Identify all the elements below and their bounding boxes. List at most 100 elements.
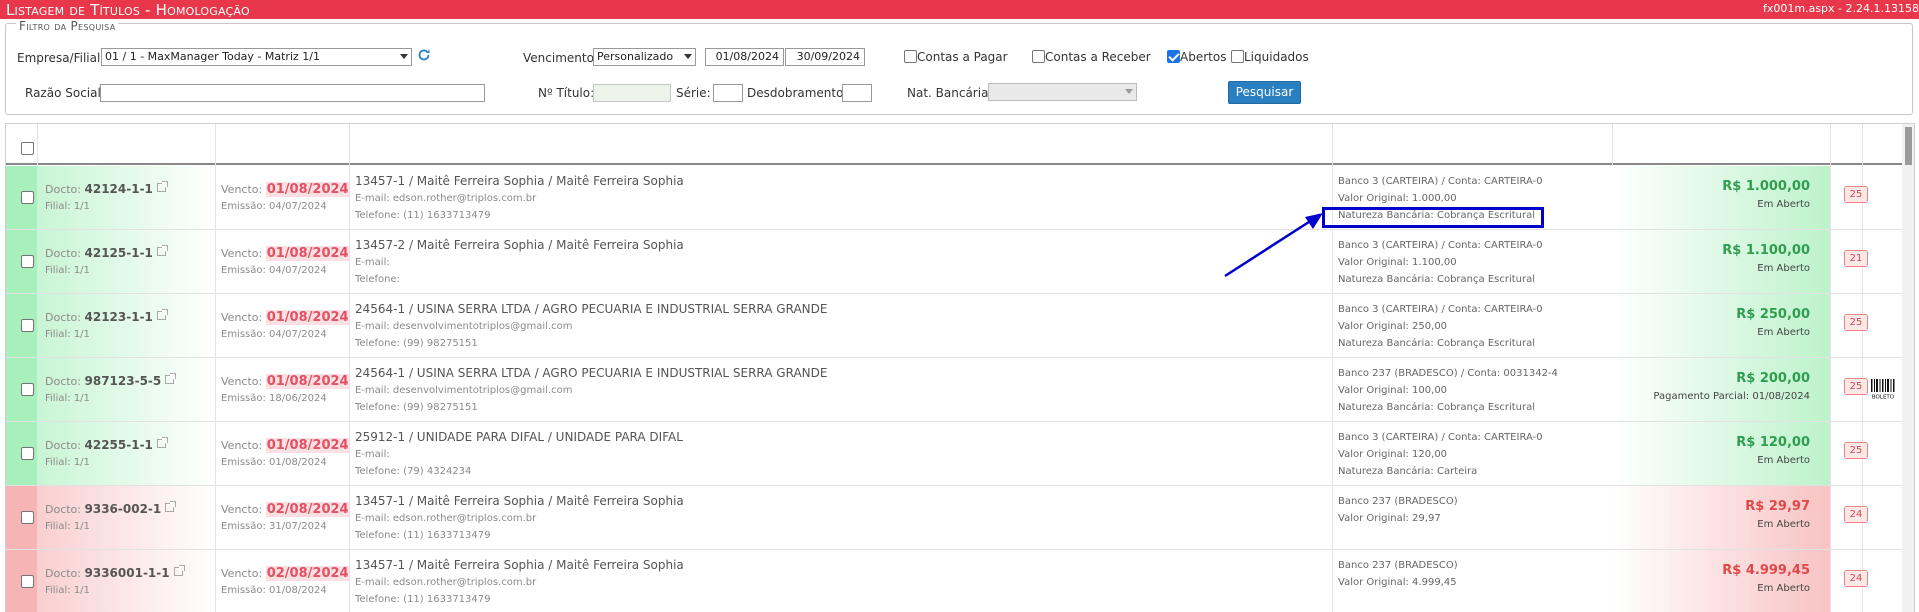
banco-text: Banco 237 (BRADESCO) [1338, 496, 1458, 507]
valor-original-text: Valor Original: 29,97 [1338, 513, 1441, 524]
row-checkbox[interactable] [21, 255, 34, 268]
situacao-text: Em Aberto [1757, 263, 1810, 274]
doc-cell [37, 550, 215, 612]
vencimento-select[interactable]: Personalizado [593, 48, 696, 66]
abertos-checkbox[interactable] [1167, 50, 1180, 63]
banco-text: Banco 3 (CARTEIRA) / Conta: CARTEIRA-0 [1338, 304, 1543, 315]
external-link-icon[interactable] [156, 437, 168, 448]
docto-line: Docto: 42255-1-1 [45, 437, 168, 452]
amount-value: R$ 29,97 [1745, 499, 1810, 514]
external-link-icon[interactable] [165, 501, 177, 512]
table-row[interactable]: Docto: 9336001-1-1 Filial: 1/1 Vencto: 02/… [6, 550, 1902, 612]
docto-line: Docto: 42125-1-1 [45, 245, 168, 260]
contas-receber-checkbox[interactable] [1032, 50, 1045, 63]
days-badge: 24 [1844, 570, 1868, 587]
refresh-icon[interactable] [417, 48, 431, 62]
situacao-text: Em Aberto [1757, 327, 1810, 338]
external-link-icon[interactable] [156, 245, 168, 256]
cliente-name[interactable]: 13457-1 / Maitê Ferreira Sophia / Maitê … [355, 174, 684, 188]
situacao-text: Em Aberto [1757, 199, 1810, 210]
row-checkbox[interactable] [21, 319, 34, 332]
vencto-line: Vencto: 01/08/2024 [221, 374, 350, 389]
annotation-arrow [1224, 213, 1323, 278]
external-link-icon[interactable] [156, 181, 168, 192]
ntitulo-input[interactable] [593, 84, 671, 102]
docto-label: Docto: [45, 183, 81, 196]
liquidados-checkbox[interactable] [1231, 50, 1244, 63]
telefone-text: Telefone: [355, 274, 400, 285]
docto-number: 9336-002-1 [84, 502, 162, 516]
emissao-text: Emissão: 31/07/2024 [221, 521, 327, 532]
filial-text: Filial: 1/1 [45, 265, 90, 276]
vencto-date: 02/08/2024 [265, 502, 350, 517]
table-row[interactable]: Docto: 42123-1-1 Filial: 1/1 Vencto: 01/08… [6, 294, 1902, 358]
date-to-input[interactable]: 30/09/2024 [785, 48, 865, 66]
select-all-checkbox[interactable] [21, 142, 34, 155]
situacao-text: Em Aberto [1757, 455, 1810, 466]
row-checkbox[interactable] [21, 511, 34, 524]
table-row[interactable]: Docto: 42125-1-1 Filial: 1/1 Vencto: 01/08… [6, 230, 1902, 294]
vertical-scrollbar[interactable] [1902, 124, 1914, 612]
emissao-text: Emissão: 01/08/2024 [221, 585, 327, 596]
emissao-text: Emissão: 04/07/2024 [221, 265, 327, 276]
docto-number: 42123-1-1 [84, 310, 153, 324]
empresa-select-value: 01 / 1 - MaxManager Today - Matriz 1/1 [105, 50, 320, 63]
cliente-name[interactable]: 13457-1 / Maitê Ferreira Sophia / Maitê … [355, 558, 684, 572]
row-checkbox[interactable] [21, 575, 34, 588]
vencimento-label: Vencimento: [523, 51, 598, 65]
banco-text: Banco 3 (CARTEIRA) / Conta: CARTEIRA-0 [1338, 176, 1543, 187]
emissao-text: Emissão: 04/07/2024 [221, 201, 327, 212]
days-badge: 25 [1844, 378, 1868, 395]
docto-number: 987123-5-5 [84, 374, 162, 388]
valor-original-text: Valor Original: 4.999,45 [1338, 577, 1457, 588]
docto-label: Docto: [45, 503, 81, 516]
amount-value: R$ 120,00 [1736, 435, 1810, 450]
boleto-label: BOLETO [1872, 395, 1895, 401]
docto-label: Docto: [45, 439, 81, 452]
serie-input[interactable] [713, 84, 743, 102]
scrollbar-thumb[interactable] [1905, 127, 1912, 165]
empresa-select[interactable]: 01 / 1 - MaxManager Today - Matriz 1/1 [101, 48, 412, 66]
days-badge: 25 [1844, 186, 1868, 203]
barcode-icon[interactable]: BOLETO [1870, 378, 1896, 403]
table-row[interactable]: Docto: 9336-002-1 Filial: 1/1 Vencto: 02/0… [6, 486, 1902, 550]
table-row[interactable]: Docto: 42255-1-1 Filial: 1/1 Vencto: 01/08… [6, 422, 1902, 486]
external-link-icon[interactable] [173, 565, 185, 576]
table-row[interactable]: Docto: 42124-1-1 Filial: 1/1 Vencto: 01/08… [6, 166, 1902, 230]
razao-social-label: Razão Social: [25, 86, 105, 100]
empresa-label: Empresa/Filial: [17, 51, 105, 65]
highlight-box [1322, 207, 1544, 228]
cliente-name[interactable]: 13457-1 / Maitê Ferreira Sophia / Maitê … [355, 494, 684, 508]
row-checkbox[interactable] [21, 447, 34, 460]
row-checkbox[interactable] [21, 191, 34, 204]
vencto-date: 01/08/2024 [265, 374, 350, 389]
search-button[interactable]: Pesquisar [1228, 81, 1301, 104]
titles-grid: Docto: 42124-1-1 Filial: 1/1 Vencto: 01/08… [5, 123, 1915, 612]
valor-original-text: Valor Original: 1.000,00 [1338, 193, 1457, 204]
abertos-label: Abertos [1180, 50, 1227, 64]
nat-bancaria-select[interactable] [988, 83, 1137, 101]
razao-social-input[interactable] [100, 84, 485, 102]
doc-cell [37, 486, 215, 549]
docto-line: Docto: 9336001-1-1 [45, 565, 185, 580]
vencto-date: 02/08/2024 [265, 566, 350, 581]
date-from-input[interactable]: 01/08/2024 [705, 48, 784, 66]
desdobramento-input[interactable] [842, 84, 872, 102]
contas-pagar-label: Contas a Pagar [917, 50, 1008, 64]
vencto-label: Vencto: [221, 311, 263, 324]
vencto-line: Vencto: 01/08/2024 [221, 438, 350, 453]
natureza-text: Natureza Bancária: Cobrança Escritural [1338, 338, 1536, 349]
liquidados-label: Liquidados [1244, 50, 1309, 64]
table-row[interactable]: Docto: 987123-5-5 Filial: 1/1 Vencto: 01/0… [6, 358, 1902, 422]
contas-pagar-checkbox[interactable] [904, 50, 917, 63]
telefone-text: Telefone: (11) 1633713479 [355, 530, 491, 541]
external-link-icon[interactable] [165, 373, 177, 384]
external-link-icon[interactable] [156, 309, 168, 320]
cliente-name[interactable]: 24564-1 / USINA SERRA LTDA / AGRO PECUAR… [355, 366, 827, 380]
row-checkbox[interactable] [21, 383, 34, 396]
amount-cell [1612, 358, 1830, 421]
page-title: Listagem de Títulos - Homologação [6, 1, 250, 19]
cliente-name[interactable]: 24564-1 / USINA SERRA LTDA / AGRO PECUAR… [355, 302, 827, 316]
cliente-name[interactable]: 25912-1 / UNIDADE PARA DIFAL / UNIDADE P… [355, 430, 683, 444]
cliente-name[interactable]: 13457-2 / Maitê Ferreira Sophia / Maitê … [355, 238, 684, 252]
